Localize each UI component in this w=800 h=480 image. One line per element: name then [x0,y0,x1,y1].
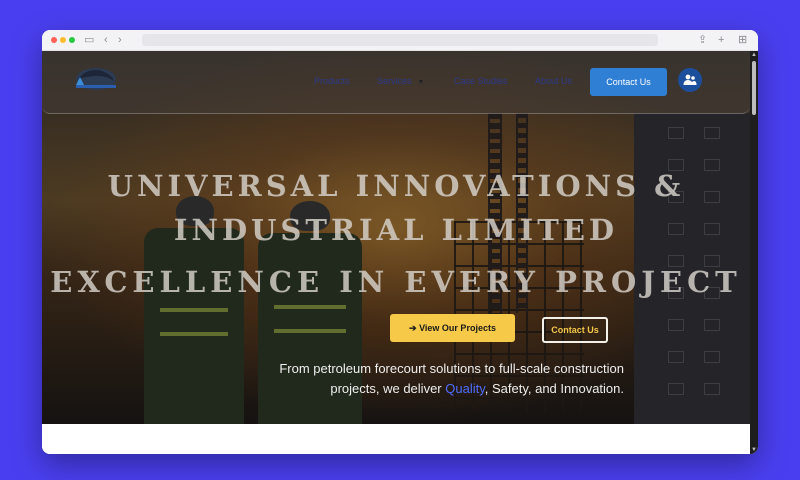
address-bar[interactable] [142,34,658,46]
hero-section: Products Services ▼ Case Studies About Us… [42,51,750,424]
nav-link-about-us[interactable]: About Us [535,75,572,87]
user-group-icon[interactable] [678,68,702,92]
nav-link-case-studies[interactable]: Case Studies [454,75,508,87]
hero-title-line-1: UNIVERSAL INNOVATIONS & [107,169,685,203]
back-icon[interactable]: ‹ [104,33,108,47]
page-viewport: Products Services ▼ Case Studies About Us… [42,51,750,454]
scroll-up-icon[interactable]: ▲ [751,52,757,58]
tagline-line-1: From petroleum forecourt solutions to fu… [279,361,624,376]
tagline-line-2: projects, we deliver Quality, Safety, an… [224,379,624,399]
sidebar-icon[interactable]: ▭ [84,33,94,47]
hero-contact-button[interactable]: Contact Us [542,317,608,343]
scrollbar-thumb[interactable] [752,61,756,115]
site-navbar: Products Services ▼ Case Studies About Us… [42,51,750,114]
share-icon[interactable]: ⇪ [698,33,707,47]
tagline-highlight: Quality [445,381,485,396]
close-window-button[interactable] [51,37,57,43]
tab-overview-icon[interactable]: ⊞ [738,33,747,47]
minimize-window-button[interactable] [60,37,66,43]
hero-tagline: From petroleum forecourt solutions to fu… [224,359,624,399]
scroll-down-icon[interactable]: ▼ [751,447,757,453]
nav-link-services[interactable]: Services ▼ [377,75,424,89]
nav-contact-button[interactable]: Contact Us [590,68,667,96]
nav-link-services-label: Services [377,76,412,86]
hero-title-line-2: INDUSTRIAL LIMITED [173,213,619,247]
page-scrollbar[interactable]: ▲ ▼ [750,51,758,454]
chevron-down-icon: ▼ [417,79,425,86]
new-tab-icon[interactable]: + [718,33,724,47]
hero-headline: EXCELLENCE IN EVERY PROJECT [50,265,742,299]
company-logo[interactable] [68,65,120,95]
browser-toolbar: ▭ ‹ › ⇪ + ⊞ [42,30,758,51]
nav-link-products[interactable]: Products [314,75,350,87]
browser-window: ▭ ‹ › ⇪ + ⊞ Products Services ▼ Case Stu… [42,30,758,454]
forward-icon[interactable]: › [118,33,122,47]
tagline-line-2-post: , Safety, and Innovation. [484,381,624,396]
tagline-line-2-pre: projects, we deliver [330,381,446,396]
maximize-window-button[interactable] [69,37,75,43]
view-projects-button[interactable]: ➔ View Our Projects [390,314,515,342]
